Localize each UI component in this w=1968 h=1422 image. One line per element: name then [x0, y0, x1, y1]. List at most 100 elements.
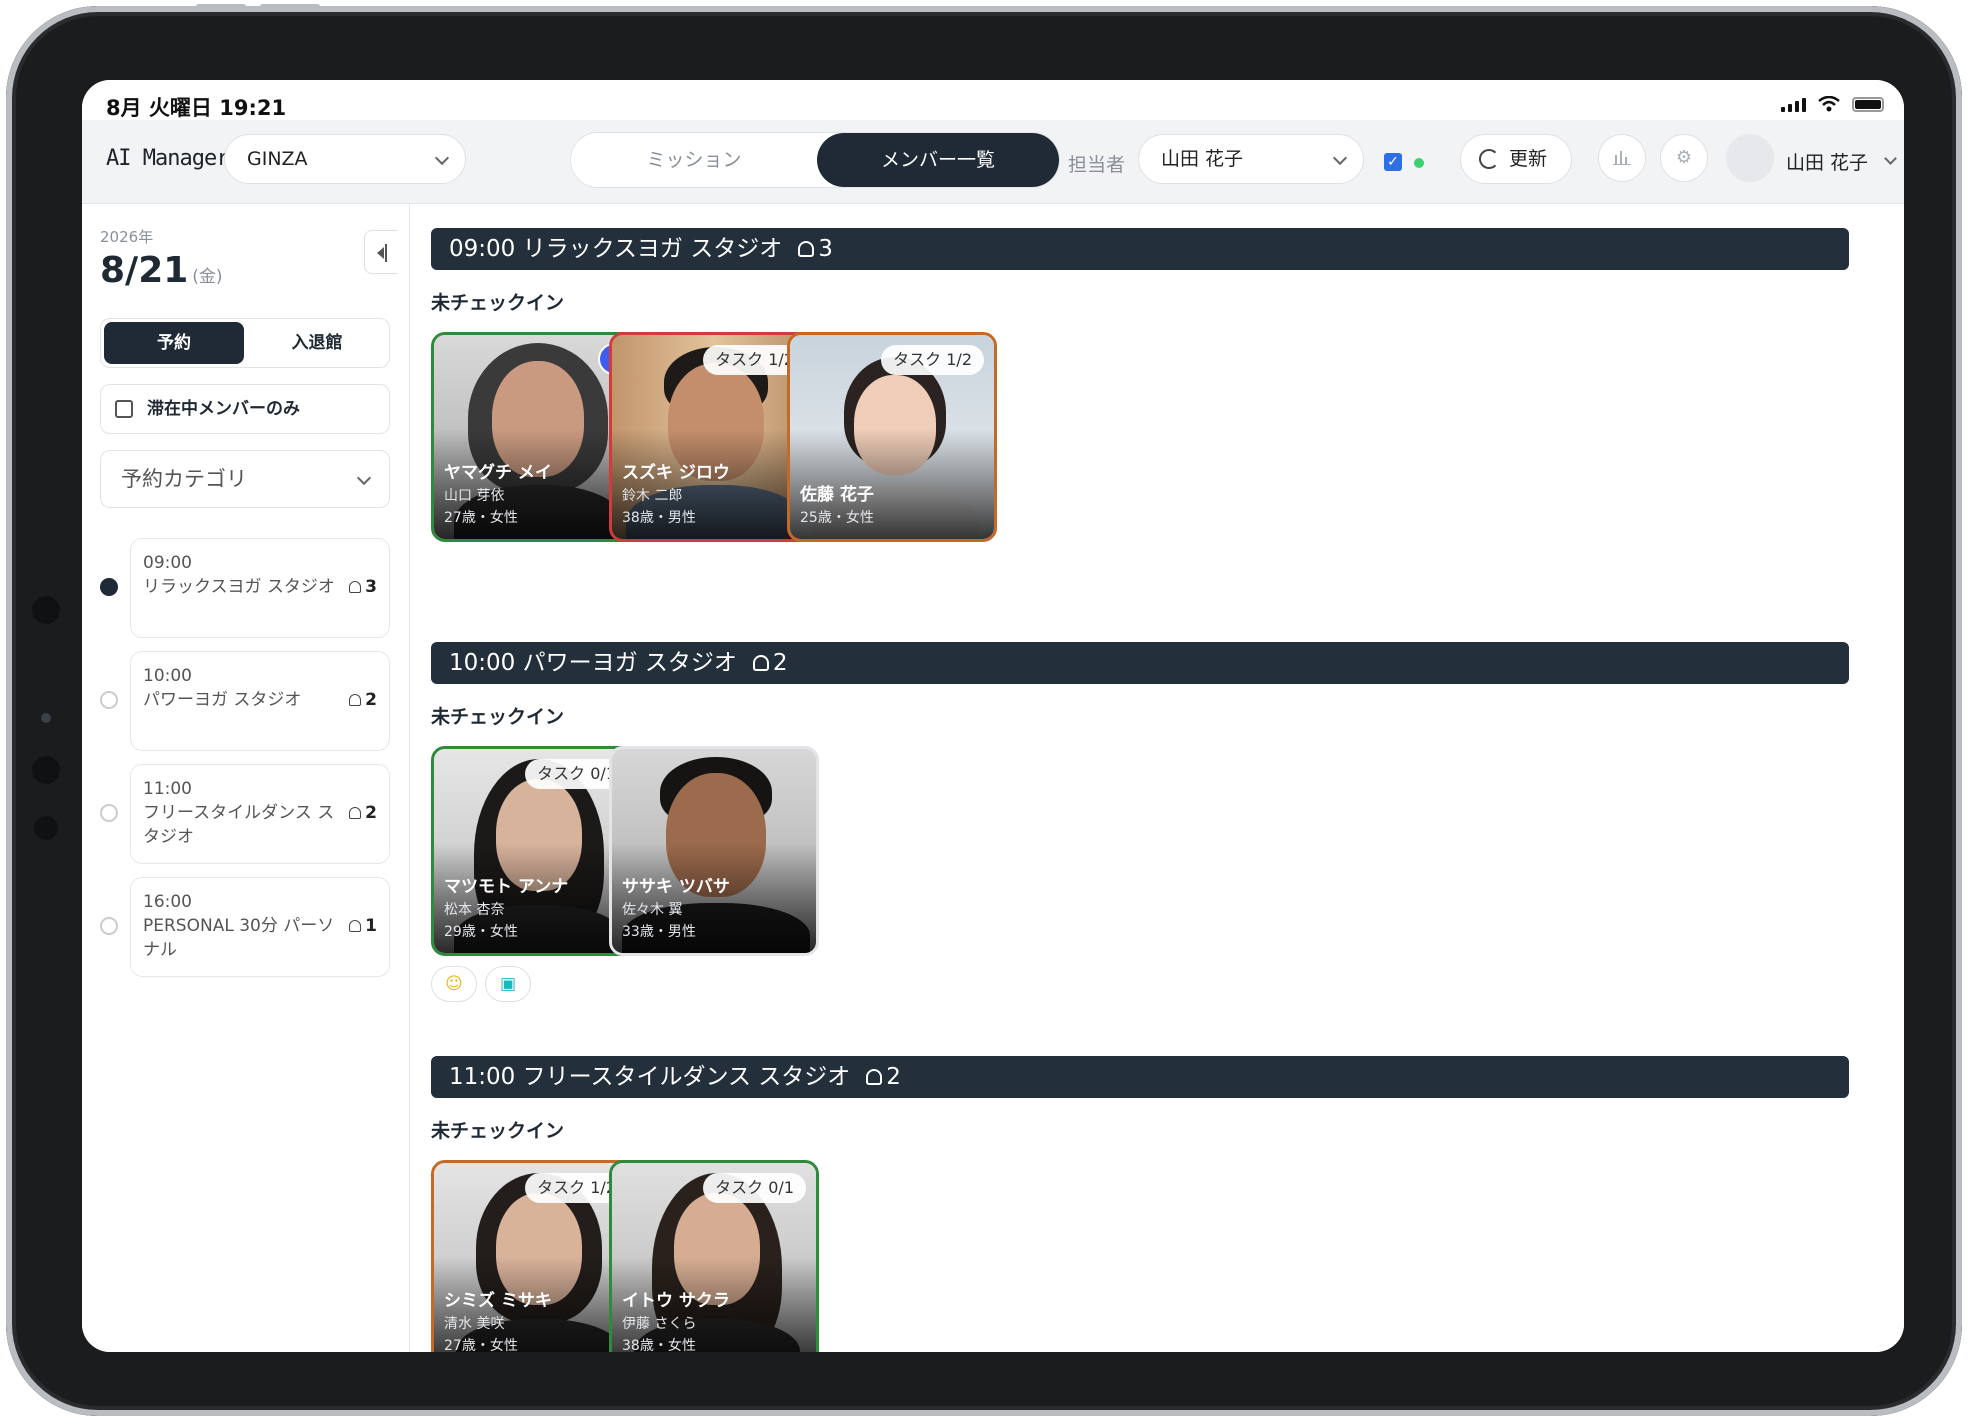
section-label: 未チェックイン — [431, 706, 565, 728]
staff-label: 担当者 — [1068, 154, 1126, 176]
refresh-label: 更新 — [1509, 148, 1548, 170]
schedule-item[interactable]: 10:00 パワーヨガ スタジオ 2 — [130, 651, 390, 751]
staff-select[interactable]: 山田 花子 — [1138, 134, 1364, 184]
member-name-kanji: 清水 美咲 — [444, 1316, 505, 1332]
schedule-radio[interactable] — [100, 691, 118, 709]
weekday: (金) — [192, 267, 223, 287]
session-title: 10:00 パワーヨガ スタジオ — [449, 650, 737, 676]
session-header: 11:00 フリースタイルダンス スタジオ 2 — [431, 1056, 1849, 1098]
schedule-name: パワーヨガ スタジオ — [143, 690, 302, 710]
member-card[interactable]: タスク 0/1 イトウ サクラ 伊藤 さくら 38歳・女性 — [609, 1160, 819, 1352]
front-sensor — [32, 596, 60, 624]
front-camera — [41, 713, 51, 723]
screen: 8月 火曜日 19:21 AI Manager GINZA ミッション メンバー… — [82, 80, 1904, 1352]
schedule-radio[interactable] — [100, 917, 118, 935]
schedule-time: 10:00 — [143, 666, 192, 686]
schedule-item[interactable]: 09:00 リラックスヨガ スタジオ 3 — [130, 538, 390, 638]
app-title: AI Manager — [106, 146, 229, 171]
category-select[interactable]: 予約カテゴリ — [100, 450, 390, 508]
schedule-count: 3 — [349, 577, 377, 597]
task-badge: タスク 1/2 — [881, 345, 984, 375]
gear-icon: ⚙ — [1675, 147, 1693, 168]
section-label: 未チェックイン — [431, 1120, 565, 1142]
schedule-radio[interactable] — [100, 804, 118, 822]
staying-only-filter[interactable]: 滞在中メンバーのみ — [100, 384, 390, 434]
schedule-radio[interactable] — [100, 578, 118, 596]
front-sensor — [34, 816, 58, 840]
settings-button[interactable]: ⚙ — [1660, 134, 1708, 182]
volume-button — [260, 4, 320, 9]
member-meta: 27歳・女性 — [444, 510, 518, 526]
task-badge: タスク 0/1 — [703, 1173, 806, 1203]
collapse-sidebar-button[interactable] — [364, 230, 398, 274]
member-meta: 38歳・女性 — [622, 1338, 696, 1352]
member-name-kanji: 松本 杏奈 — [444, 902, 505, 918]
person-icon — [752, 655, 769, 671]
schedule-item[interactable]: 16:00 PERSONAL 30分 パーソナル 1 — [130, 877, 390, 977]
member-card[interactable]: タスク 1/2 佐藤 花子 25歳・女性 — [787, 332, 997, 542]
member-name-kanji: 伊藤 さくら — [622, 1316, 697, 1332]
member-card[interactable]: ササキ ツバサ 佐々木 翼 33歳・男性 — [609, 746, 819, 956]
member-name-kana: 佐藤 花子 — [800, 485, 874, 505]
analytics-button[interactable] — [1598, 134, 1646, 182]
member-name-kana: ササキ ツバサ — [622, 877, 730, 897]
schedule-count: 2 — [349, 690, 377, 710]
tablet-frame: 8月 火曜日 19:21 AI Manager GINZA ミッション メンバー… — [6, 4, 1962, 1416]
schedule-name: リラックスヨガ スタジオ — [143, 577, 335, 597]
volume-button — [196, 4, 246, 9]
member-meta: 29歳・女性 — [444, 924, 518, 940]
person-icon — [866, 1069, 883, 1085]
schedule-time: 11:00 — [143, 779, 192, 799]
chevron-down-icon[interactable] — [1884, 152, 1897, 165]
tab-reserve[interactable]: 予約 — [104, 322, 244, 364]
view-switch: ミッション メンバー一覧 — [570, 132, 1060, 188]
schedule-name: PERSONAL 30分 パーソナル — [143, 916, 335, 960]
collapse-icon — [377, 247, 384, 259]
chevron-down-icon — [356, 470, 372, 486]
member-meta: 38歳・男性 — [622, 510, 696, 526]
schedule-time: 09:00 — [143, 553, 192, 573]
schedule-count-value: 1 — [365, 916, 377, 936]
filter-label: 滞在中メンバーのみ — [147, 399, 300, 419]
member-list: 09:00 リラックスヨガ スタジオ3 未チェックイン ✓ ヤマグチ メイ 山口… — [411, 204, 1904, 1352]
tab-members[interactable]: メンバー一覧 — [817, 133, 1059, 187]
tab-entry[interactable]: 入退館 — [247, 322, 387, 364]
date-value: 8/21 — [100, 250, 189, 291]
front-sensor — [32, 756, 60, 784]
user-name[interactable]: 山田 花子 — [1786, 148, 1868, 175]
session-title: 11:00 フリースタイルダンス スタジオ — [449, 1064, 851, 1090]
tab-mission[interactable]: ミッション — [571, 133, 817, 187]
schedule-time: 16:00 — [143, 892, 192, 912]
checkbox[interactable] — [115, 400, 133, 418]
sidebar-year: 2026年 — [100, 228, 154, 246]
smile-icon[interactable]: ☺ — [431, 966, 477, 1002]
staff-filter-checkbox[interactable]: ✓ — [1384, 153, 1402, 171]
schedule-name: フリースタイルダンス スタジオ — [143, 803, 335, 847]
avatar[interactable] — [1726, 134, 1774, 182]
member-name-kanji: 佐々木 翼 — [622, 902, 683, 918]
signal-icon — [1781, 98, 1806, 112]
session-count: 2 — [886, 1064, 901, 1090]
bar-chart-icon — [1613, 151, 1631, 165]
schedule-count-value: 2 — [365, 803, 377, 823]
online-status-dot — [1414, 158, 1424, 168]
top-toolbar: AI Manager GINZA ミッション メンバー一覧 担当者 山田 花子 … — [82, 120, 1904, 204]
member-name-kana: スズキ ジロウ — [622, 463, 730, 483]
member-name-kana: マツモト アンナ — [444, 877, 569, 897]
member-name-kanji: 山口 芽依 — [444, 488, 505, 504]
member-name-kana: ヤマグチ メイ — [444, 463, 552, 483]
session-header: 09:00 リラックスヨガ スタジオ 3 — [431, 228, 1849, 270]
refresh-icon — [1479, 149, 1499, 169]
person-icon — [798, 241, 815, 257]
collapse-icon-bar — [385, 244, 387, 262]
person-icon — [349, 807, 362, 819]
sidebar-tabs: 予約 入退館 — [100, 318, 390, 368]
schedule-item[interactable]: 11:00 フリースタイルダンス スタジオ 2 — [130, 764, 390, 864]
battery-icon — [1852, 97, 1884, 112]
member-meta: 33歳・男性 — [622, 924, 696, 940]
refresh-button[interactable]: 更新 — [1460, 134, 1572, 184]
store-select[interactable]: GINZA — [224, 134, 466, 184]
bookmark-icon[interactable]: ▣ — [485, 966, 531, 1002]
member-name-kana: イトウ サクラ — [622, 1291, 730, 1311]
schedule-count: 2 — [349, 803, 377, 823]
